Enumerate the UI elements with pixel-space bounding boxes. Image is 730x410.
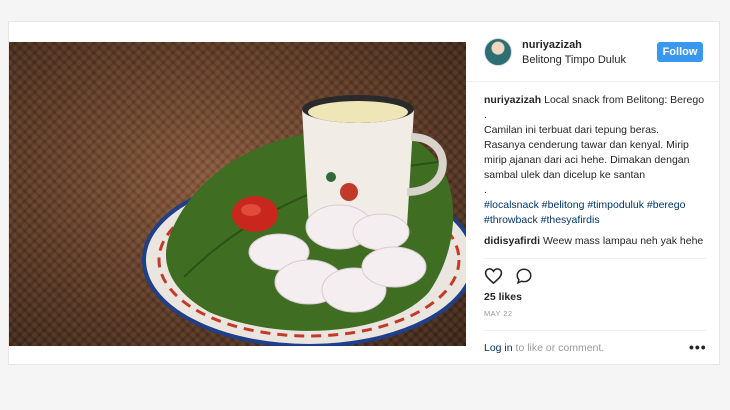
caption-username[interactable]: nuriyazizah — [484, 94, 541, 106]
comments-list: nuriyazizah Local snack from Belitong: B… — [484, 93, 706, 249]
author-username[interactable]: nuriyazizah — [522, 39, 582, 51]
caption-text-line: mirip ̦ajanan dari aci hehe. Dimakan den… — [484, 154, 690, 166]
caption: nuriyazizah Local snack from Belitong: B… — [484, 93, 706, 228]
hashtag-link[interactable]: #belitong — [542, 199, 585, 211]
post-location[interactable]: Belitong Timpo Duluk — [522, 54, 626, 66]
action-bar — [484, 258, 706, 285]
more-options-icon[interactable]: ••• — [689, 339, 707, 355]
hashtag-link[interactable]: #berego — [647, 199, 686, 211]
login-prompt: Log in to like or comment. — [484, 342, 604, 354]
caption-text-line: Camilan ini terbuat dari tepung beras. — [484, 124, 660, 136]
hashtags-line: #localsnack #belitong #timpoduluk #bereg… — [484, 198, 706, 213]
post-header: nuriyazizah Belitong Timpo Duluk Follow — [466, 22, 721, 82]
caption-text-line: . — [484, 184, 487, 196]
post-footer: Log in to like or comment. ••• — [484, 330, 706, 359]
comment-text: Weew mass lampau neh yak hehe — [542, 235, 704, 247]
login-link[interactable]: Log in — [484, 342, 513, 354]
food-photo-illustration — [142, 95, 466, 346]
sambal-highlight — [241, 204, 261, 216]
hashtag-link[interactable]: #thesyafirdis — [541, 214, 600, 226]
login-prompt-text: to like or comment. — [515, 342, 605, 354]
likes-count[interactable]: 25 likes — [484, 291, 522, 303]
post-photo[interactable] — [9, 42, 466, 346]
mug-leaf-decoration — [326, 172, 336, 182]
hashtags-line: #throwback #thesyafirdis — [484, 213, 706, 228]
follow-button[interactable]: Follow — [657, 42, 703, 62]
instagram-post-card: nuriyazizah Belitong Timpo Duluk Follow … — [8, 21, 721, 366]
caption-text-line: Rasanya cenderung tawar dan kenyal. Miri… — [484, 139, 689, 151]
caption-text-line: . — [484, 109, 487, 121]
hashtag-link[interactable]: #timpoduluk — [587, 199, 644, 211]
heart-icon[interactable] — [484, 267, 503, 290]
santan-coconut-milk — [308, 101, 408, 123]
comment-username[interactable]: didisyafirdi — [484, 235, 540, 247]
post-date[interactable]: MAY 22 — [484, 309, 512, 318]
mug-flower-decoration — [340, 183, 358, 201]
comment: didisyafirdi Weew mass lampau neh yak he… — [484, 234, 706, 249]
hashtag-link[interactable]: #throwback — [484, 214, 538, 226]
caption-text-line: Local snack from Belitong: Berego — [544, 94, 705, 106]
avatar[interactable] — [484, 38, 512, 66]
hashtag-link[interactable]: #localsnack — [484, 199, 539, 211]
caption-first-line: nuriyazizah Local snack from Belitong: B… — [484, 93, 706, 108]
caption-text-line: sambal ulek dan dicelup ke santan — [484, 169, 646, 181]
comment-bubble-icon[interactable] — [515, 267, 533, 290]
post-sidebar: nuriyazizah Belitong Timpo Duluk Follow … — [466, 22, 721, 366]
